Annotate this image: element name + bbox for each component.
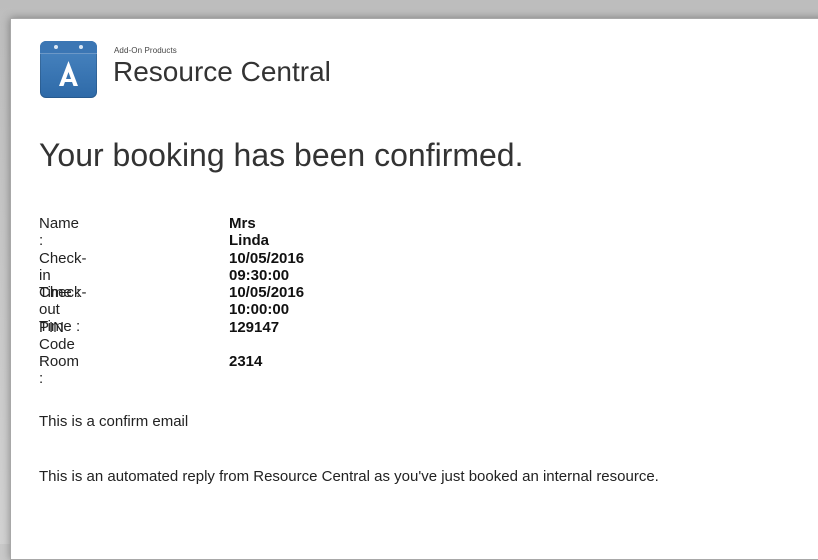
detail-value: 129147 — [229, 318, 280, 336]
window-background: Add-On Products Resource Central Your bo… — [0, 0, 818, 560]
email-card: Add-On Products Resource Central Your bo… — [10, 18, 818, 560]
brand-subtitle: Add-On Products — [114, 46, 177, 55]
confirm-note: This is a confirm email — [39, 413, 189, 430]
detail-value: 2314 — [229, 353, 263, 370]
brand-name: Resource Central — [113, 56, 331, 87]
detail-value: Mrs Linda — [229, 215, 269, 249]
resource-central-logo-icon — [40, 41, 97, 98]
detail-value: 10/05/2016 09:30:00 — [229, 249, 305, 284]
automated-reply-note: This is an automated reply from Resource… — [39, 468, 659, 485]
page-title: Your booking has been confirmed. — [39, 137, 524, 173]
detail-value: 10/05/2016 10:00:00 — [229, 284, 305, 318]
detail-label: Name : — [39, 215, 80, 249]
detail-label: Room : — [39, 353, 80, 387]
logo-a-glyph — [59, 61, 78, 86]
